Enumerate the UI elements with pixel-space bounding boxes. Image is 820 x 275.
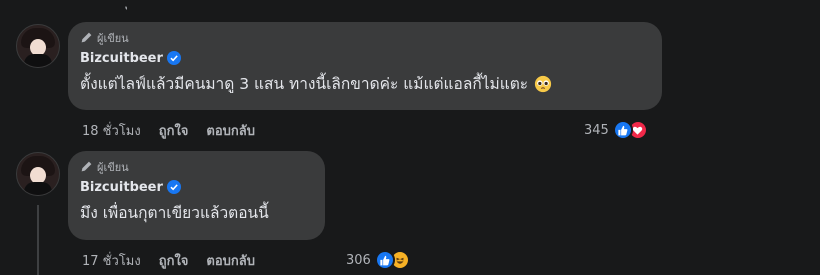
like-button[interactable]: ถูกใจ: [159, 120, 189, 141]
reply-button[interactable]: ตอบกลับ: [206, 120, 255, 141]
thread-line: [37, 205, 39, 275]
comment-text: ตั้งแต่ไลฟ์แล้วมีคนมาดู 3 แสน ทางนี้เลิก…: [80, 75, 529, 93]
pen-icon: [81, 32, 92, 43]
comment-actions: 18 ชั่วโมง ถูกใจ ตอบกลับ: [82, 120, 273, 140]
avatar[interactable]: [16, 24, 60, 68]
author-badge-label: ผู้เขียน: [97, 31, 129, 45]
reaction-summary[interactable]: 306: [346, 249, 410, 271]
reply-button[interactable]: ตอบกลับ: [206, 250, 255, 271]
author-name[interactable]: Bizcuitbeer: [80, 51, 163, 66]
reaction-summary[interactable]: 345: [584, 119, 648, 141]
reaction-count: 345: [584, 122, 609, 138]
verified-icon: [166, 51, 181, 65]
timestamp[interactable]: 17 ชั่วโมง: [82, 250, 141, 271]
reaction-count: 306: [346, 252, 371, 268]
comment-text: มึง เพื่อนกุตาเขียวแล้วตอนนี้: [80, 204, 269, 222]
pleading-face-emoji-icon: [535, 75, 552, 92]
like-reaction-icon: [612, 120, 633, 140]
verified-icon: [166, 180, 181, 194]
pen-icon: [81, 161, 92, 172]
comment-bubble: ผู้เขียน Bizcuitbeer ตั้งแต่ไลฟ์แล้วมีคน…: [68, 22, 662, 110]
author-name[interactable]: Bizcuitbeer: [80, 180, 163, 195]
comment-actions: 17 ชั่วโมง ถูกใจ ตอบกลับ: [82, 250, 273, 270]
author-badge-label: ผู้เขียน: [97, 160, 129, 174]
avatar[interactable]: [16, 152, 60, 196]
comment-bubble: ผู้เขียน Bizcuitbeer มึง เพื่อนกุตาเขียว…: [68, 151, 325, 240]
timestamp[interactable]: 18 ชั่วโมง: [82, 120, 141, 141]
like-button[interactable]: ถูกใจ: [159, 250, 189, 271]
author-badge: ผู้เขียน: [80, 30, 650, 45]
like-reaction-icon: [374, 250, 395, 270]
author-badge: ผู้เขียน: [80, 159, 313, 174]
